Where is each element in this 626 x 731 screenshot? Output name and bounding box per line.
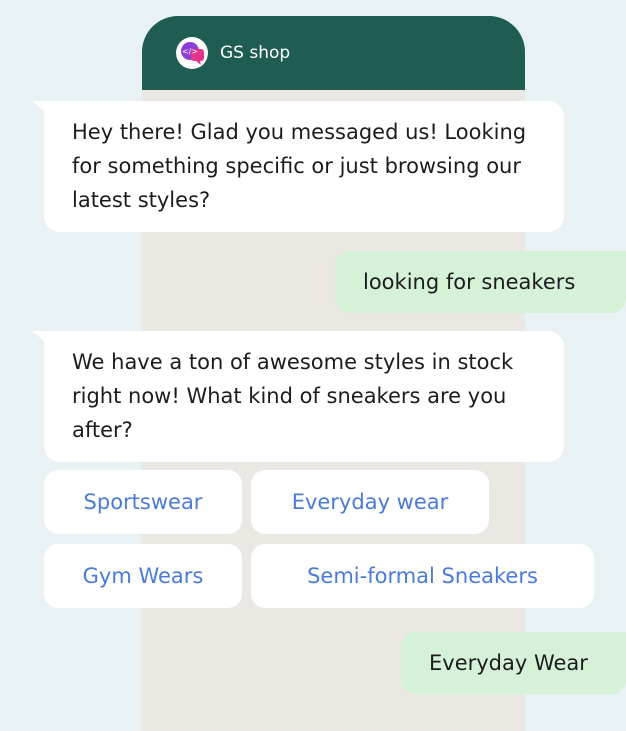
chat-title: GS shop [220,43,291,63]
quick-reply-label: Gym Wears [82,564,204,588]
bot-message: We have a ton of awesome styles in stock… [32,331,564,462]
svg-text:</>: </> [182,47,198,56]
quick-reply-gym-wears[interactable]: Gym Wears [44,544,242,608]
quick-reply-semi-formal-sneakers[interactable]: Semi-formal Sneakers [251,544,594,608]
user-message: Everyday Wear [401,632,626,694]
user-message-text: Everyday Wear [429,651,588,675]
bot-message-text: We have a ton of awesome styles in stock… [72,350,514,442]
quick-reply-label: Everyday wear [291,490,449,514]
bot-message: Hey there! Glad you messaged us! Looking… [32,101,564,232]
quick-reply-everyday-wear[interactable]: Everyday wear [251,470,489,534]
quick-reply-sportswear[interactable]: Sportswear [44,470,242,534]
bot-message-text: Hey there! Glad you messaged us! Looking… [72,120,527,212]
user-message: looking for sneakers [335,251,626,313]
chat-code-icon: </> [176,37,208,69]
quick-reply-label: Semi-formal Sneakers [307,564,538,588]
quick-reply-label: Sportswear [83,490,203,514]
chat-header: </> GS shop [142,16,525,90]
user-message-text: looking for sneakers [363,270,576,294]
